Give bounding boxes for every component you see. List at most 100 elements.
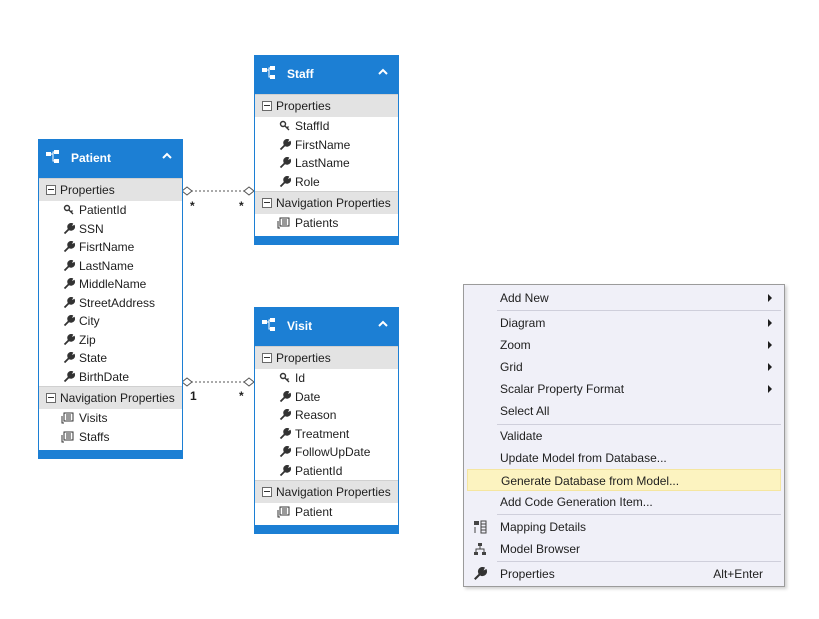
menu-item-properties[interactable]: Properties Alt+Enter	[467, 563, 781, 585]
menu-item-label: Update Model from Database...	[500, 451, 667, 465]
section-label: Navigation Properties	[276, 485, 391, 499]
menu-item-scalar-property-format[interactable]: Scalar Property Format	[467, 378, 781, 400]
menu-item-label: Validate	[500, 429, 543, 443]
entity-patient[interactable]: Patient Properties PatientId SSN FisrtNa…	[38, 139, 183, 459]
property-label: Reason	[295, 408, 337, 422]
entity-type-icon	[262, 66, 275, 79]
properties-section-header[interactable]: Properties	[39, 178, 182, 201]
navigation-row[interactable]: Staffs	[39, 428, 182, 447]
property-label: Treatment	[295, 426, 350, 441]
wrench-icon	[63, 333, 75, 345]
menu-item-generate-database-from-model[interactable]: Generate Database from Model...	[467, 469, 781, 491]
menu-item-label: Select All	[500, 404, 550, 418]
property-label: Zip	[79, 332, 96, 347]
property-row[interactable]: SSN	[39, 220, 182, 239]
navigation-row[interactable]: Patients	[255, 214, 398, 233]
wrench-icon	[279, 138, 291, 150]
collapse-toggle[interactable]	[262, 487, 272, 497]
collapse-toggle[interactable]	[46, 393, 56, 403]
menu-item-label: Diagram	[500, 316, 546, 330]
entity-type-icon	[46, 150, 59, 163]
property-row[interactable]: Date	[255, 388, 398, 407]
property-row[interactable]: Zip	[39, 331, 182, 350]
wrench-icon	[279, 157, 291, 169]
property-label: PatientId	[79, 203, 127, 217]
menu-separator	[497, 561, 781, 562]
menu-item-diagram[interactable]: Diagram	[467, 312, 781, 334]
property-label: MiddleName	[79, 277, 147, 291]
menu-item-label: Model Browser	[500, 542, 581, 556]
chevron-up-icon[interactable]	[376, 65, 390, 79]
submenu-arrow-icon	[768, 363, 772, 371]
menu-separator	[497, 514, 781, 515]
property-row[interactable]: Reason	[255, 406, 398, 425]
property-row[interactable]: LastName	[39, 257, 182, 276]
patient-visit-association[interactable]	[181, 377, 255, 387]
property-label: BirthDate	[79, 369, 130, 384]
property-row[interactable]: LastName	[255, 154, 398, 173]
property-row[interactable]: Id	[255, 369, 398, 388]
key-icon	[279, 120, 290, 131]
collapse-toggle[interactable]	[262, 353, 272, 363]
section-label: Properties	[60, 183, 115, 197]
property-row[interactable]: PatientId	[255, 462, 398, 481]
patient-staff-association[interactable]	[181, 186, 255, 196]
menu-item-add-new[interactable]: Add New	[467, 287, 781, 309]
property-row[interactable]: FisrtName	[39, 238, 182, 257]
patient-visit-right-multiplicity: *	[239, 389, 244, 403]
menu-separator	[497, 310, 781, 311]
chevron-up-icon[interactable]	[160, 149, 174, 163]
navigation-row[interactable]: Patient	[255, 503, 398, 522]
property-row[interactable]: PatientId	[39, 201, 182, 220]
property-row[interactable]: State	[39, 349, 182, 368]
wrench-icon	[474, 567, 487, 580]
entity-footer	[255, 236, 398, 244]
menu-item-add-code-generation-item[interactable]: Add Code Generation Item...	[467, 491, 781, 513]
menu-item-label: Mapping Details	[500, 520, 587, 534]
menu-item-mapping-details[interactable]: Mapping Details	[467, 516, 781, 538]
collapse-toggle[interactable]	[46, 185, 56, 195]
navigation-row[interactable]: Visits	[39, 409, 182, 428]
entity-header[interactable]: Visit	[255, 308, 398, 346]
property-label: SSN	[79, 221, 104, 236]
property-row[interactable]: City	[39, 312, 182, 331]
property-row[interactable]: StaffId	[255, 117, 398, 136]
property-row[interactable]: FollowUpDate	[255, 443, 398, 462]
mapping-details-icon	[474, 520, 487, 534]
chevron-up-icon[interactable]	[376, 317, 390, 331]
section-label: Navigation Properties	[60, 391, 175, 405]
property-row[interactable]: Treatment	[255, 425, 398, 444]
property-label: FirstName	[295, 137, 351, 152]
menu-item-zoom[interactable]: Zoom	[467, 334, 781, 356]
properties-section-header[interactable]: Properties	[255, 94, 398, 117]
entity-staff[interactable]: Staff Properties StaffId FirstName LastN…	[254, 55, 399, 245]
property-row[interactable]: MiddleName	[39, 275, 182, 294]
property-row[interactable]: Role	[255, 173, 398, 192]
navigation-section-header[interactable]: Navigation Properties	[39, 386, 182, 409]
collapse-toggle[interactable]	[262, 101, 272, 111]
menu-item-grid[interactable]: Grid	[467, 356, 781, 378]
entity-visit[interactable]: Visit Properties Id Date Reason Treatmen…	[254, 307, 399, 534]
property-row[interactable]: FirstName	[255, 136, 398, 155]
navigation-label: Visits	[79, 411, 108, 425]
menu-item-select-all[interactable]: Select All	[467, 400, 781, 422]
section-label: Properties	[276, 351, 331, 365]
wrench-icon	[63, 315, 75, 327]
entity-header[interactable]: Staff	[255, 56, 398, 94]
context-menu: Add New Diagram Zoom Grid Scalar Propert…	[463, 284, 785, 587]
navigation-section-header[interactable]: Navigation Properties	[255, 480, 398, 503]
property-row[interactable]: BirthDate	[39, 368, 182, 387]
menu-item-label: Properties	[500, 567, 555, 581]
menu-item-update-model-from-database[interactable]: Update Model from Database...	[467, 447, 781, 469]
properties-section-header[interactable]: Properties	[255, 346, 398, 369]
property-row[interactable]: StreetAddress	[39, 294, 182, 313]
model-browser-icon	[474, 543, 486, 555]
wrench-icon	[63, 241, 75, 253]
entity-header[interactable]: Patient	[39, 140, 182, 178]
menu-item-model-browser[interactable]: Model Browser	[467, 538, 781, 560]
menu-item-validate[interactable]: Validate	[467, 425, 781, 447]
collapse-toggle[interactable]	[262, 198, 272, 208]
wrench-icon	[279, 446, 291, 458]
navigation-section-header[interactable]: Navigation Properties	[255, 191, 398, 214]
menu-item-label: Add Code Generation Item...	[500, 495, 653, 509]
